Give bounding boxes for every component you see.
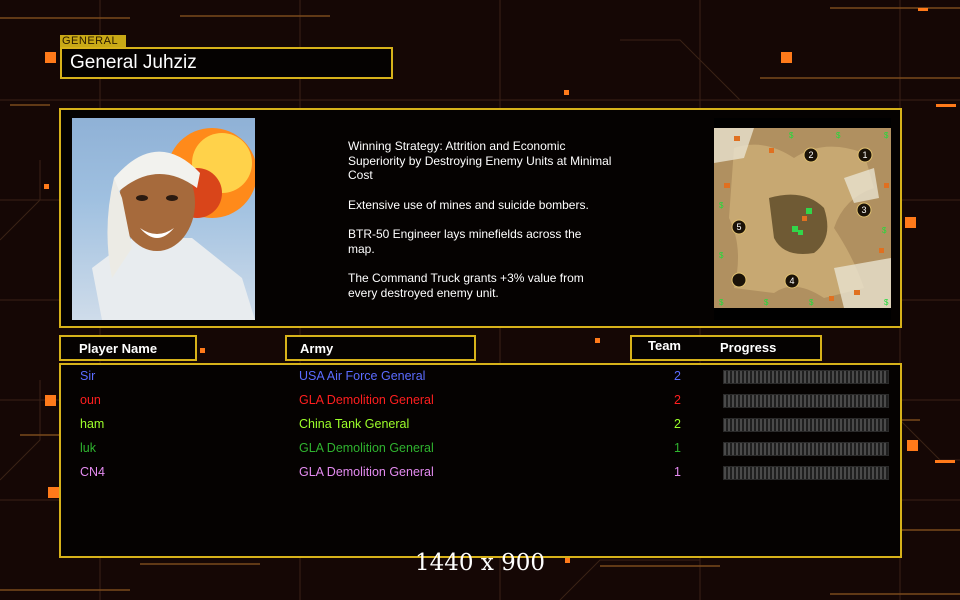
resolution-label: 1440 x 900 — [414, 550, 546, 576]
player-army: GLA Demolition General — [299, 465, 434, 479]
player-name: Sir — [80, 369, 96, 383]
start-position-label: 1 — [862, 150, 867, 160]
player-team: 1 — [674, 465, 681, 479]
svg-text:$: $ — [764, 298, 769, 307]
svg-text:$: $ — [882, 226, 887, 235]
player-army: USA Air Force General — [299, 369, 426, 383]
svg-text:$: $ — [719, 298, 724, 307]
svg-text:$: $ — [809, 298, 814, 307]
progress-bar — [723, 466, 889, 480]
player-row: CN4 GLA Demolition General 1 — [61, 463, 904, 485]
svg-text:$: $ — [836, 131, 841, 140]
svg-text:$: $ — [719, 251, 724, 260]
header-team-progress: Team Progress — [630, 335, 822, 361]
strategy-line: Winning Strategy: Attrition and Economic… — [348, 139, 612, 182]
header-team: Team — [648, 338, 681, 353]
start-position-label: 2 — [808, 150, 813, 160]
player-team: 2 — [674, 417, 681, 431]
header-army: Army — [285, 335, 476, 361]
player-team: 2 — [674, 393, 681, 407]
player-row: Sir USA Air Force General 2 — [61, 367, 904, 389]
player-team: 2 — [674, 369, 681, 383]
strategy-line: BTR-50 Engineer lays minefields across t… — [348, 227, 582, 256]
svg-text:$: $ — [789, 131, 794, 140]
player-list: Sir USA Air Force General 2 oun GLA Demo… — [59, 363, 902, 558]
progress-bar — [723, 418, 889, 432]
player-name: luk — [80, 441, 96, 455]
general-portrait — [72, 118, 255, 320]
start-position-label: 5 — [736, 222, 741, 232]
progress-bar — [723, 370, 889, 384]
player-army: GLA Demolition General — [299, 441, 434, 455]
minimap: 1 2 3 4 5 $ $ $ $ $ $ $ $ $ $ — [714, 118, 891, 320]
strategy-text: Winning Strategy: Attrition and Economic… — [348, 139, 648, 315]
svg-text:$: $ — [884, 131, 889, 140]
progress-bar — [723, 394, 889, 408]
player-army: GLA Demolition General — [299, 393, 434, 407]
header-player-name: Player Name — [59, 335, 197, 361]
player-name: oun — [80, 393, 101, 407]
strategy-line: Extensive use of mines and suicide bombe… — [348, 197, 589, 212]
svg-text:$: $ — [884, 298, 889, 307]
start-position-label: 4 — [789, 276, 794, 286]
player-army: China Tank General — [299, 417, 410, 431]
player-name: CN4 — [80, 465, 106, 479]
player-row: ham China Tank General 2 — [61, 415, 904, 437]
progress-bar — [723, 442, 889, 456]
header-progress: Progress — [720, 340, 777, 355]
player-row: luk GLA Demolition General 1 — [61, 439, 904, 461]
strategy-line: The Command Truck grants +3% value from … — [348, 271, 584, 300]
player-name: ham — [80, 417, 105, 431]
start-position-label: 3 — [861, 205, 866, 215]
player-row: oun GLA Demolition General 2 — [61, 391, 904, 413]
svg-text:$: $ — [719, 201, 724, 210]
general-name: General Juhziz — [60, 47, 393, 79]
player-team: 1 — [674, 441, 681, 455]
